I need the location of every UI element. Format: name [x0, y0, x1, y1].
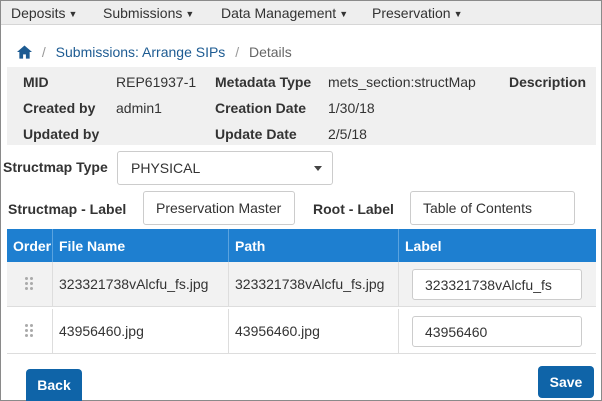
- structmap-type-label: Structmap Type: [3, 159, 108, 175]
- breadcrumb-link-arrange-sips[interactable]: Submissions: Arrange SIPs: [56, 44, 226, 60]
- details-panel: MID REP61937-1 Metadata Type mets_sectio…: [7, 67, 596, 145]
- created-by-label: Created by: [23, 100, 96, 116]
- table-header: Order File Name Path Label: [7, 229, 596, 262]
- row-label-input[interactable]: 43956460: [412, 316, 582, 347]
- breadcrumb-separator: /: [235, 44, 240, 60]
- description-label: Description: [509, 74, 587, 90]
- dropdown-arrow-icon: [314, 166, 322, 171]
- breadcrumb: / Submissions: Arrange SIPs / Details: [17, 44, 292, 60]
- file-name-cell: 43956460.jpg: [59, 323, 144, 339]
- caret-down-icon: ▼: [453, 9, 463, 19]
- file-name-cell: 323321738vAlcfu_fs.jpg: [59, 276, 209, 292]
- breadcrumb-current: Details: [248, 44, 292, 60]
- home-icon[interactable]: [17, 45, 32, 59]
- save-button[interactable]: Save: [538, 366, 594, 398]
- cell-divider: [228, 262, 229, 307]
- breadcrumb-separator: /: [41, 44, 46, 60]
- table-row: 323321738vAlcfu_fs.jpg 323321738vAlcfu_f…: [7, 262, 596, 307]
- nav-submissions[interactable]: Submissions ▼: [103, 5, 194, 21]
- metadata-type-value: mets_section:structMap: [328, 74, 476, 90]
- caret-down-icon: ▼: [185, 9, 195, 19]
- header-file-name[interactable]: File Name: [59, 238, 125, 254]
- nav-deposits[interactable]: Deposits ▼: [11, 5, 77, 21]
- caret-down-icon: ▼: [68, 9, 78, 19]
- creation-date-label: Creation Date: [215, 100, 307, 116]
- structmap-type-selected: PHYSICAL: [131, 160, 201, 176]
- caret-down-icon: ▼: [339, 9, 349, 19]
- header-label[interactable]: Label: [405, 238, 442, 254]
- creation-date-value: 1/30/18: [328, 100, 375, 116]
- nav-data-management-label: Data Management: [221, 5, 337, 21]
- header-order[interactable]: Order: [13, 238, 51, 254]
- update-date-value: 2/5/18: [328, 126, 367, 142]
- structmap-type-select[interactable]: PHYSICAL: [117, 151, 333, 185]
- mid-value: REP61937-1: [116, 74, 197, 90]
- header-divider: [398, 229, 399, 262]
- root-label-input[interactable]: Table of Contents: [410, 191, 575, 225]
- back-button[interactable]: Back: [26, 369, 82, 401]
- cell-divider: [52, 309, 53, 354]
- cell-divider: [52, 262, 53, 307]
- path-cell: 43956460.jpg: [235, 323, 320, 339]
- created-by-value: admin1: [116, 100, 162, 116]
- structmap-label-input[interactable]: Preservation Master: [143, 191, 295, 225]
- drag-handle-icon[interactable]: [25, 324, 34, 338]
- drag-handle-icon[interactable]: [25, 277, 34, 291]
- structmap-label-label: Structmap - Label: [8, 201, 127, 217]
- header-divider: [52, 229, 53, 262]
- nav-deposits-label: Deposits: [11, 5, 66, 21]
- path-cell: 323321738vAlcfu_fs.jpg: [235, 276, 385, 292]
- top-nav: Deposits ▼ Submissions ▼ Data Management ▼ …: [1, 1, 601, 25]
- header-path[interactable]: Path: [235, 238, 265, 254]
- table-row: 43956460.jpg 43956460.jpg 43956460: [7, 309, 596, 354]
- updated-by-label: Updated by: [23, 126, 100, 142]
- metadata-type-label: Metadata Type: [215, 74, 312, 90]
- root-label-label: Root - Label: [313, 201, 394, 217]
- mid-label: MID: [23, 74, 49, 90]
- nav-data-management[interactable]: Data Management ▼: [221, 5, 348, 21]
- row-label-input[interactable]: 323321738vAlcfu_fs: [412, 269, 582, 300]
- update-date-label: Update Date: [215, 126, 297, 142]
- nav-preservation-label: Preservation: [372, 5, 451, 21]
- header-divider: [228, 229, 229, 262]
- cell-divider: [398, 262, 399, 307]
- nav-preservation[interactable]: Preservation ▼: [372, 5, 463, 21]
- cell-divider: [228, 309, 229, 354]
- cell-divider: [398, 309, 399, 354]
- nav-submissions-label: Submissions: [103, 5, 183, 21]
